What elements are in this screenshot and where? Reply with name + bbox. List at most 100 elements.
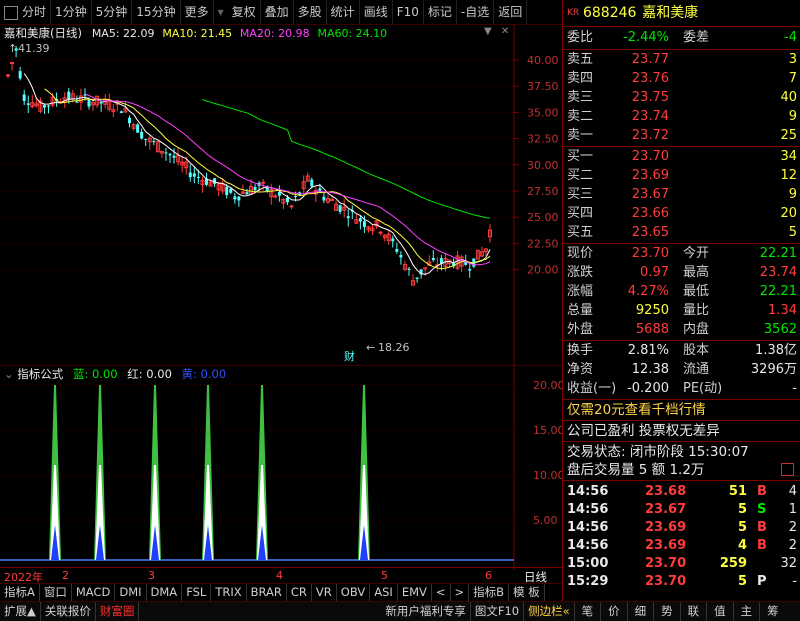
- tab-obv[interactable]: OBV: [337, 584, 371, 602]
- high-value: 23.74: [759, 265, 797, 280]
- toolbar-more[interactable]: 更多: [181, 0, 214, 24]
- sell-row[interactable]: 卖一 23.72 25: [567, 127, 799, 145]
- sell-price: 23.74: [631, 109, 669, 124]
- buy-row[interactable]: 买一 23.70 34: [567, 148, 799, 166]
- toolbar-stats[interactable]: 统计: [327, 0, 360, 24]
- tab-jia[interactable]: 价: [601, 602, 628, 621]
- buy-level-label: 买五: [567, 225, 594, 240]
- sell-row[interactable]: 卖五 23.77 3: [567, 51, 799, 69]
- sell-row[interactable]: 卖四 23.76 7: [567, 70, 799, 88]
- buy-row[interactable]: 买三 23.67 9: [567, 186, 799, 204]
- toolbar-draw[interactable]: 画线: [360, 0, 393, 24]
- chart-header: 嘉和美康(日线) MA5: 22.09 MA10: 21.45 MA20: 20…: [4, 26, 387, 40]
- tick-volume: 4: [737, 538, 747, 553]
- ma10-label: MA10: 21.45: [162, 27, 233, 40]
- toolbar-f10[interactable]: F10: [393, 0, 424, 24]
- buy-volume: 9: [788, 187, 797, 202]
- scroll-left-icon[interactable]: <: [432, 584, 451, 602]
- candle-body: [75, 101, 79, 103]
- sell-row[interactable]: 卖三 23.75 40: [567, 89, 799, 107]
- quote-row: 现价 23.70 今开 22.21: [567, 245, 799, 263]
- sidebar-button[interactable]: 侧边栏«: [524, 602, 575, 621]
- expand-button[interactable]: 扩展▲: [0, 602, 41, 621]
- candle-body: [128, 117, 132, 124]
- tab-window[interactable]: 窗口: [40, 584, 72, 602]
- close-icon[interactable]: ✕: [501, 26, 509, 37]
- expand-icon[interactable]: [781, 463, 794, 476]
- y-axis-tick: 32.50: [527, 133, 559, 146]
- toolbar-1min[interactable]: 1分钟: [51, 0, 92, 24]
- volume-value: 9250: [635, 303, 669, 318]
- graphic-f10-button[interactable]: 图文F10: [471, 602, 525, 621]
- turnover-label: 换手: [567, 343, 594, 358]
- tab-dma[interactable]: DMA: [147, 584, 183, 602]
- tab-bi[interactable]: 笔: [575, 602, 602, 621]
- low-value: 22.21: [759, 284, 797, 299]
- tab-brar[interactable]: BRAR: [247, 584, 287, 602]
- tab-emv[interactable]: EMV: [398, 584, 432, 602]
- tab-cr[interactable]: CR: [287, 584, 312, 602]
- tab-trix[interactable]: TRIX: [211, 584, 247, 602]
- scroll-right-icon[interactable]: >: [451, 584, 470, 602]
- buy-level-label: 买三: [567, 187, 594, 202]
- chevron-down-icon[interactable]: ▼: [484, 26, 492, 37]
- sell-row[interactable]: 卖二 23.74 9: [567, 108, 799, 126]
- tick-row: 14:56 23.69 5 B 2: [567, 519, 799, 537]
- indicator-title[interactable]: 指标公式: [17, 367, 63, 381]
- eps-value: -0.200: [627, 381, 669, 396]
- toolbar-overlay[interactable]: 叠加: [261, 0, 294, 24]
- toolbar-watchlist[interactable]: -自选: [457, 0, 495, 24]
- chevron-down-icon[interactable]: ▾: [214, 0, 228, 24]
- sell-volume: 7: [788, 71, 797, 86]
- stock-code: 688246: [582, 5, 637, 21]
- tab-zhi[interactable]: 值: [707, 602, 734, 621]
- toolbar-15min[interactable]: 15分钟: [132, 0, 181, 24]
- promo-link[interactable]: 仅需20元查看千档行情: [567, 401, 799, 419]
- related-quotes-button[interactable]: 关联报价: [41, 602, 96, 621]
- menu-icon[interactable]: [4, 6, 18, 20]
- tab-lian[interactable]: 联: [681, 602, 708, 621]
- capital-value: 1.38亿: [755, 343, 797, 358]
- toolbar-back[interactable]: 返回: [494, 0, 528, 24]
- tab-asi[interactable]: ASI: [370, 584, 398, 602]
- candle-body: [378, 231, 383, 234]
- tab-template[interactable]: 模 板: [509, 584, 545, 602]
- indicator-chart[interactable]: 20.00 15.00 10.00 5.00: [0, 365, 562, 570]
- buy-row[interactable]: 买二 23.69 12: [567, 167, 799, 185]
- x-axis-month: 3: [148, 569, 155, 582]
- buy-price: 23.69: [631, 168, 669, 183]
- toolbar-fuquan[interactable]: 复权: [228, 0, 261, 24]
- tab-fsl[interactable]: FSL: [182, 584, 212, 602]
- sell-price: 23.76: [631, 71, 669, 86]
- pe-label: PE(动): [683, 381, 723, 396]
- candle-body: [225, 186, 229, 196]
- high-price-label: 41.39: [18, 42, 50, 55]
- tab-zhu[interactable]: 主: [734, 602, 761, 621]
- tab-xi[interactable]: 细: [628, 602, 655, 621]
- wealth-circle-button[interactable]: 财富圈: [96, 602, 140, 621]
- sell-price: 23.75: [631, 90, 669, 105]
- tab-indicator-b[interactable]: 指标B: [469, 584, 510, 602]
- buy-row[interactable]: 买四 23.66 20: [567, 205, 799, 223]
- top-toolbar: 分时 1分钟 5分钟 15分钟 更多 ▾ 复权 叠加 多股 统计 画线 F10 …: [0, 0, 562, 25]
- candlestick-chart[interactable]: 40.00 37.50 35.00 32.50 30.00 27.50 25.00 22.50…: [0, 24, 562, 369]
- tab-chou[interactable]: 筹: [760, 602, 786, 621]
- tab-vr[interactable]: VR: [312, 584, 337, 602]
- tab-indicator-a[interactable]: 指标A: [0, 584, 40, 602]
- tab-dmi[interactable]: DMI: [115, 584, 147, 602]
- tick-volume: 5: [737, 574, 747, 589]
- weibi-value: -2.44%: [623, 30, 669, 45]
- x-axis-month: 6: [485, 569, 492, 582]
- toolbar-5min[interactable]: 5分钟: [92, 0, 133, 24]
- y-axis-tick: 20.00: [527, 264, 559, 277]
- finance-marker[interactable]: 财: [344, 349, 355, 363]
- toolbar-mark[interactable]: 标记: [424, 0, 457, 24]
- toolbar-multi[interactable]: 多股: [294, 0, 327, 24]
- buy-row[interactable]: 买五 23.65 5: [567, 224, 799, 242]
- new-user-benefits-link[interactable]: 新用户福利专享: [381, 602, 471, 621]
- candle-body: [144, 138, 148, 140]
- tab-macd[interactable]: MACD: [72, 584, 116, 602]
- collapse-icon[interactable]: ⌄: [4, 367, 14, 381]
- buy-volume: 34: [780, 149, 797, 164]
- tab-shi[interactable]: 势: [654, 602, 681, 621]
